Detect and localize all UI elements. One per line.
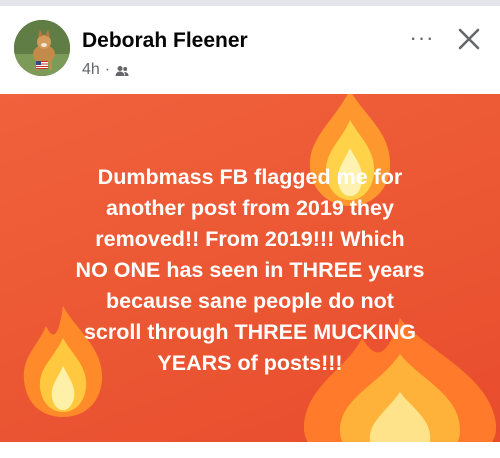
post-header: Deborah Fleener 4h · ··· [0,6,500,94]
author-name[interactable]: Deborah Fleener [82,29,248,53]
more-label: ··· [409,25,435,50]
post-time[interactable]: 4h [82,61,100,79]
more-icon[interactable]: ··· [404,25,440,50]
post-background-card[interactable]: Dumbmass FB flagged me for another post … [0,94,500,442]
close-icon[interactable] [452,22,486,56]
post-body-text: Dumbmass FB flagged me for another post … [75,165,425,375]
friends-icon[interactable] [115,64,129,76]
post-meta: 4h · [82,61,129,79]
flag-icon [36,61,48,69]
post-footer-space [0,442,500,458]
meta-separator: · [104,61,111,78]
